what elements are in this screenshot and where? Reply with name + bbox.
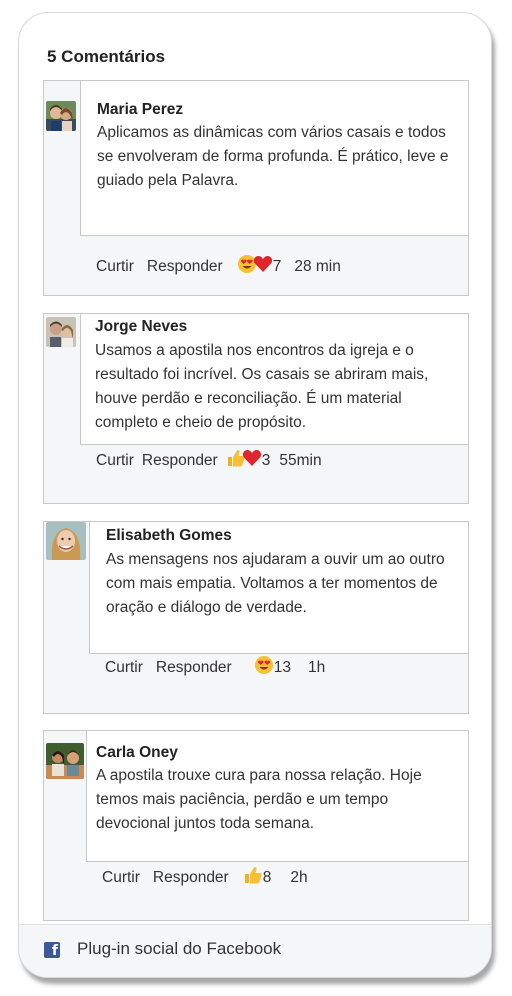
comment-text: Usamos a apostila nos encontros da igrej… bbox=[95, 342, 429, 431]
like-link[interactable]: Curtir bbox=[102, 869, 140, 887]
reaction-count: 3 bbox=[261, 451, 271, 469]
facebook-icon[interactable]: f bbox=[44, 942, 60, 958]
avatar[interactable] bbox=[46, 743, 84, 779]
reaction-group[interactable]: 8 bbox=[243, 865, 272, 890]
facebook-plugin-label[interactable]: Plug-in social do Facebook bbox=[77, 939, 281, 959]
comment-text: A apostila trouxe cura para nossa relaçã… bbox=[96, 767, 422, 832]
comment-count-title: 5 Comentários bbox=[47, 47, 166, 66]
reply-link[interactable]: Responder bbox=[147, 258, 223, 276]
reaction-count: 7 bbox=[272, 257, 282, 275]
comment-author[interactable]: Maria Perez bbox=[97, 101, 183, 119]
reply-link[interactable]: Responder bbox=[156, 659, 232, 677]
like-link[interactable]: Curtir bbox=[96, 452, 134, 470]
like-link[interactable]: Curtir bbox=[96, 258, 134, 276]
comment-actions: Curtir Responder 7 28 min bbox=[96, 254, 341, 279]
reaction-count: 8 bbox=[262, 868, 272, 886]
heart-emoji bbox=[242, 448, 262, 473]
avatar[interactable] bbox=[46, 101, 76, 131]
reaction-group[interactable]: 3 bbox=[226, 448, 271, 473]
comment-body: Jorge Neves Usamos a apostila nos encont… bbox=[80, 314, 468, 445]
comment-time: 2h bbox=[290, 868, 308, 886]
reaction-count: 13 bbox=[273, 658, 291, 676]
comment-body: Carla Oney A apostila trouxe cura para n… bbox=[86, 731, 468, 862]
heart-emoji bbox=[253, 254, 273, 279]
comment-actions: Curtir Responder 3 55min bbox=[96, 448, 322, 473]
comment-time: 55min bbox=[279, 451, 322, 469]
comments-card: 5 Comentários Maria Perez Aplicamos as d… bbox=[18, 12, 492, 978]
reaction-group[interactable]: 13 bbox=[254, 655, 291, 680]
facebook-plugin-footer: f Plug-in social do Facebook bbox=[19, 924, 491, 977]
comment-text: As mensagens nos ajudaram a ouvir um ao … bbox=[106, 551, 445, 616]
avatar[interactable] bbox=[46, 522, 86, 560]
comment-item: Maria Perez Aplicamos as dinâmicas com v… bbox=[43, 80, 469, 296]
thumbs-up-emoji bbox=[243, 865, 263, 890]
comment-author[interactable]: Jorge Neves bbox=[95, 318, 187, 336]
comment-item: Carla Oney A apostila trouxe cura para n… bbox=[43, 730, 469, 921]
heart-eyes-emoji bbox=[254, 655, 274, 680]
comment-time: 1h bbox=[307, 658, 326, 676]
comment-author[interactable]: Elisabeth Gomes bbox=[106, 527, 232, 545]
comment-text: Aplicamos as dinâmicas com vários casais… bbox=[97, 124, 449, 189]
like-link[interactable]: Curtir bbox=[105, 659, 143, 677]
comment-item: Jorge Neves Usamos a apostila nos encont… bbox=[43, 313, 469, 504]
comment-actions: Curtir Responder 8 2h bbox=[102, 865, 308, 890]
reply-link[interactable]: Responder bbox=[153, 869, 229, 887]
comment-item: Elisabeth Gomes As mensagens nos ajudara… bbox=[43, 521, 469, 714]
comment-actions: Curtir Responder 13 1h bbox=[105, 655, 325, 680]
comment-time: 28 min bbox=[294, 257, 341, 275]
comment-body: Elisabeth Gomes As mensagens nos ajudara… bbox=[89, 522, 468, 654]
comment-author[interactable]: Carla Oney bbox=[96, 744, 178, 762]
avatar[interactable] bbox=[46, 317, 76, 347]
comment-body: Maria Perez Aplicamos as dinâmicas com v… bbox=[80, 81, 468, 236]
reply-link[interactable]: Responder bbox=[142, 452, 218, 470]
reaction-group[interactable]: 7 bbox=[237, 254, 282, 279]
